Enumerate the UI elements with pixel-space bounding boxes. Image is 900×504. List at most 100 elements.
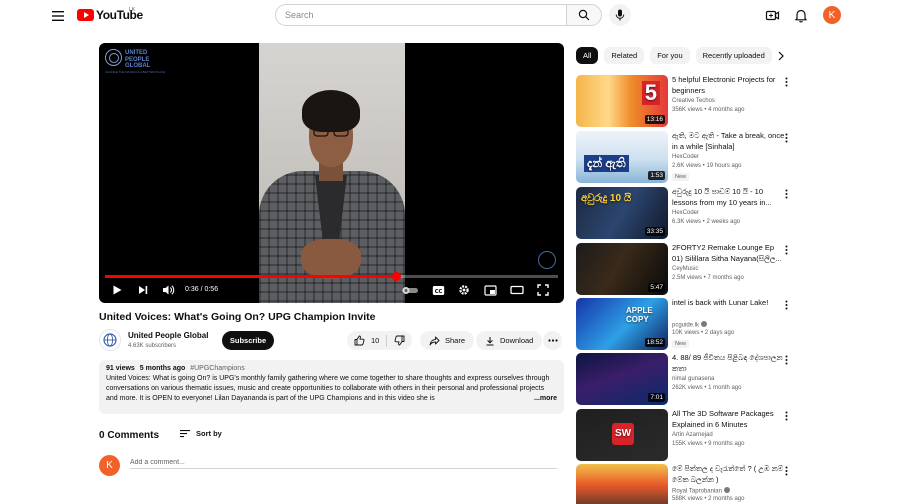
channel-name[interactable]: Creative Techos [672, 98, 715, 104]
commenter-avatar: K [99, 455, 120, 476]
progress-bar[interactable] [105, 272, 558, 281]
video-player[interactable]: UNITED PEOPLE GLOBAL CHANGE THE WORLD & … [99, 43, 564, 303]
video-title[interactable]: 5 helpful Electronic Projects for beginn… [672, 75, 786, 96]
create-button[interactable] [765, 8, 780, 23]
video-menu-button[interactable] [785, 355, 788, 365]
youtube-logo[interactable]: YouTube LK [77, 7, 143, 22]
recommended-video[interactable]: 5:47 2FORTY2 Remake Lounge Ep 01) Silill… [576, 243, 790, 295]
recommended-video[interactable]: APPLE COPY 18:52 intel is back with Luna… [576, 298, 790, 350]
youtube-play-logo-icon [77, 9, 94, 21]
search-input[interactable] [275, 4, 567, 26]
channel-name[interactable]: nimal gunasena [672, 376, 714, 382]
like-button[interactable]: 10 [347, 331, 386, 350]
sort-icon [180, 430, 190, 438]
video-thumbnail[interactable] [576, 464, 668, 504]
play-icon [113, 285, 122, 295]
video-title[interactable]: All The 3D Software Packages Explained i… [672, 409, 786, 430]
create-video-icon [765, 10, 780, 21]
play-button[interactable] [111, 283, 123, 297]
video-menu-button[interactable] [785, 300, 788, 310]
channel-avatar[interactable] [99, 329, 121, 351]
download-button[interactable]: Download [476, 331, 543, 350]
recommended-video[interactable]: 5 13:16 5 helpful Electronic Projects fo… [576, 75, 790, 127]
video-title[interactable]: intel is back with Lunar Lake! [672, 298, 786, 319]
chip-related[interactable]: Related [604, 47, 645, 64]
video-thumbnail[interactable]: 5 13:16 [576, 75, 668, 127]
video-thumbnail[interactable]: 7:01 [576, 353, 668, 405]
chip-recently-uploaded[interactable]: Recently uploaded [695, 47, 772, 64]
logo-line: GLOBAL [125, 63, 151, 69]
video-title[interactable]: අවුරුදු 10 යි පාඩම් 10 යි - 10 lessons f… [672, 187, 786, 208]
recommended-video[interactable]: මේ පිත්තල ද වැරැත්තේ ? ( උඹ නම් මේක බලන්… [576, 464, 790, 504]
video-thumbnail[interactable]: දැන් ඇති 1:53 [576, 131, 668, 183]
video-title[interactable]: 4. 88/ 89 ජීවිතය පිළිබඳ දේශපාලන කතා [672, 353, 786, 374]
channel-name[interactable]: pcguide.lk [672, 321, 708, 329]
theater-mode-button[interactable] [510, 283, 524, 297]
video-meta: 2.6K views • 19 hours ago [672, 163, 742, 169]
fullscreen-button[interactable] [537, 283, 549, 297]
video-menu-button[interactable] [785, 245, 788, 255]
voice-search-button[interactable] [609, 4, 631, 26]
video-menu-button[interactable] [785, 77, 788, 87]
recommended-video[interactable]: අවුරුදු 10 යි 33:35 අවුරුදු 10 යි පාඩම් … [576, 187, 790, 239]
description-text: United Voices: What is going On? is UPG'… [106, 374, 557, 404]
thumbnail-text: APPLE COPY [626, 306, 653, 324]
sort-comments-button[interactable]: Sort by [179, 429, 222, 438]
search-button[interactable] [566, 4, 602, 26]
video-duration: 1:53 [648, 171, 665, 180]
dislike-button[interactable] [387, 331, 412, 350]
video-meta: 356K views • 4 months ago [672, 107, 745, 113]
recommended-video[interactable]: 7:01 4. 88/ 89 ජීවිතය පිළිබඳ දේශපාලන කතා… [576, 353, 790, 405]
video-title[interactable]: මේ පිත්තල ද වැරැත්තේ ? ( උඹ නම් මේක බලන්… [672, 464, 786, 485]
menu-icon[interactable] [50, 8, 66, 24]
recommended-video[interactable]: දැන් ඇති 1:53 ඇති, මට ඇති - Take a break… [576, 131, 790, 183]
thumbnail-text: දැන් ඇති [584, 155, 629, 172]
video-meta: 262K views • 1 month ago [672, 385, 742, 391]
chips-next-button[interactable] [777, 51, 785, 61]
miniplayer-icon [484, 284, 497, 296]
share-label: Share [445, 336, 466, 345]
account-avatar[interactable]: K [823, 6, 841, 24]
recommended-video[interactable]: SW All The 3D Software Packages Explaine… [576, 409, 790, 461]
share-button[interactable]: Share [420, 331, 475, 350]
channel-name[interactable]: HexCoder [672, 154, 699, 160]
video-thumbnail[interactable]: SW [576, 409, 668, 461]
autoplay-toggle[interactable] [401, 283, 419, 297]
video-menu-button[interactable] [785, 189, 788, 199]
description-body: United Voices: What is going On? is UPG'… [106, 375, 550, 402]
video-menu-button[interactable] [785, 133, 788, 143]
video-menu-button[interactable] [785, 411, 788, 421]
video-duration: 5:47 [648, 283, 665, 292]
description-box[interactable]: 91 views 5 months ago #UPGChampions Unit… [99, 360, 564, 414]
channel-name[interactable]: Royal Taprobanian [672, 487, 730, 495]
sort-label: Sort by [196, 429, 222, 438]
channel-name[interactable]: Artin Azarnejad [672, 432, 713, 438]
logo-text: YouTube [96, 8, 143, 22]
settings-button[interactable] [458, 283, 470, 297]
miniplayer-button[interactable] [484, 283, 497, 297]
video-thumbnail[interactable]: 5:47 [576, 243, 668, 295]
time-display: 0:36 / 0:56 [185, 286, 219, 293]
notifications-button[interactable] [794, 8, 808, 23]
channel-name[interactable]: United People Global [128, 331, 208, 340]
video-title[interactable]: 2FORTY2 Remake Lounge Ep 01) Silillara S… [672, 243, 786, 264]
video-title[interactable]: ඇති, මට ඇති - Take a break, once in a wh… [672, 131, 786, 152]
more-vertical-icon [785, 77, 788, 87]
chip-for-you[interactable]: For you [650, 47, 690, 64]
video-thumbnail[interactable]: අවුරුදු 10 යි 33:35 [576, 187, 668, 239]
channel-name[interactable]: HexCoder [672, 210, 699, 216]
subscribe-button[interactable]: Subscribe [222, 331, 274, 350]
volume-button[interactable] [162, 283, 175, 297]
chip-all[interactable]: All [576, 47, 599, 64]
verified-badge-icon [723, 487, 730, 493]
show-more-link[interactable]: ...more [532, 394, 557, 404]
theater-icon [510, 285, 524, 295]
captions-button[interactable]: CC [432, 283, 445, 297]
hashtag-link[interactable]: #UPGChampions [190, 365, 244, 372]
video-menu-button[interactable] [785, 466, 788, 476]
video-thumbnail[interactable]: APPLE COPY 18:52 [576, 298, 668, 350]
more-actions-button[interactable] [543, 331, 562, 350]
next-button[interactable] [137, 283, 149, 297]
add-comment-input[interactable] [130, 456, 557, 469]
channel-name[interactable]: CeyMusic [672, 266, 698, 272]
